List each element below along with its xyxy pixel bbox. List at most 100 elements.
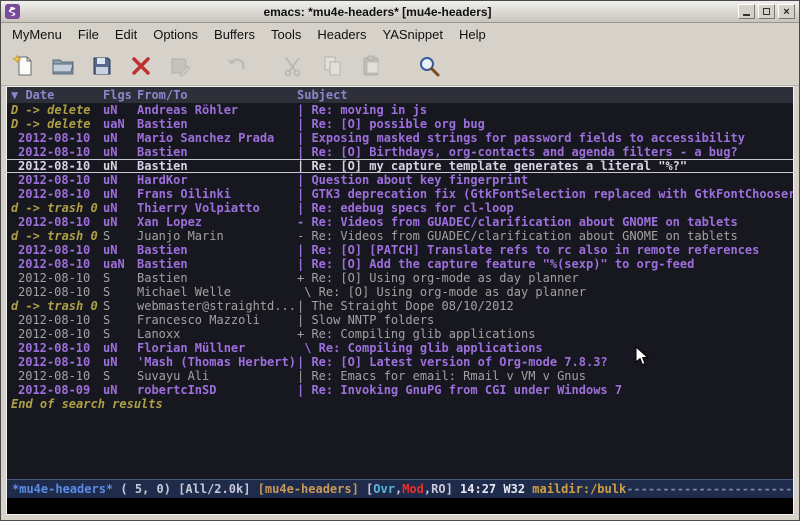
- msg-from: Bastien: [137, 117, 297, 131]
- msg-date: 2012-08-10: [11, 173, 103, 187]
- menu-item-mymenu[interactable]: MyMenu: [4, 25, 70, 44]
- menu-item-headers[interactable]: Headers: [309, 25, 374, 44]
- close-button[interactable]: ×: [778, 4, 795, 19]
- msg-subject: \ Re: Compiling glib applications: [297, 341, 793, 355]
- column-header-date[interactable]: ▼ Date: [11, 87, 103, 103]
- modeline-segment: ----------------------------------------: [626, 482, 793, 496]
- msg-date: D -> delete: [11, 103, 103, 117]
- msg-from: Bastien: [137, 243, 297, 257]
- modeline-segment: [All/2.0k]: [178, 482, 257, 496]
- message-row[interactable]: d -> trash 0 S Juanjo Marin - Re: Videos…: [7, 229, 793, 243]
- message-row[interactable]: 2012-08-10 S Lanoxx + Re: Compiling glib…: [7, 327, 793, 341]
- msg-from: Thierry Volpiatto: [137, 201, 297, 215]
- menu-item-buffers[interactable]: Buffers: [206, 25, 263, 44]
- message-row[interactable]: D -> delete uN Andreas Röhler | Re: movi…: [7, 103, 793, 117]
- message-row[interactable]: 2012-08-10 uN Mario Sanchez Prada | Expo…: [7, 131, 793, 145]
- msg-subject: | The Straight Dope 08/10/2012: [297, 299, 793, 313]
- column-header-from[interactable]: From/To: [137, 87, 297, 103]
- modeline-segment: [mu4e-headers]: [258, 482, 359, 496]
- menu-item-tools[interactable]: Tools: [263, 25, 309, 44]
- msg-subject: | Re: Emacs for email: Rmail v VM v Gnus: [297, 369, 793, 383]
- save-button[interactable]: [87, 51, 116, 80]
- maximize-button[interactable]: [758, 4, 775, 19]
- msg-from: Bastien: [137, 145, 297, 159]
- msg-date: 2012-08-10: [11, 187, 103, 201]
- cut-button[interactable]: [279, 51, 308, 80]
- new-file-button[interactable]: [9, 51, 38, 80]
- copy-button[interactable]: [318, 51, 347, 80]
- msg-date: 2012-08-10: [11, 285, 103, 299]
- message-row[interactable]: 2012-08-10 S Bastien + Re: [O] Using org…: [7, 271, 793, 285]
- msg-date: 2012-08-10: [11, 160, 103, 172]
- msg-date: 2012-08-10: [11, 131, 103, 145]
- modeline-segment: 14:27 W32: [460, 482, 532, 496]
- modeline-segment: ,RO: [424, 482, 446, 496]
- end-of-search-results: End of search results: [7, 397, 793, 411]
- msg-from: Xan Lopez: [137, 215, 297, 229]
- msg-from: Juanjo Marin: [137, 229, 297, 243]
- column-header-subject[interactable]: Subject: [297, 87, 793, 103]
- message-row[interactable]: 2012-08-10 uN Bastien | Re: [O] Birthday…: [7, 145, 793, 159]
- menu-item-options[interactable]: Options: [145, 25, 206, 44]
- msg-flags: uN: [103, 145, 137, 159]
- message-row[interactable]: 2012-08-10 S Suvayu Ali | Re: Emacs for …: [7, 369, 793, 383]
- message-row[interactable]: 2012-08-10 uN Bastien | Re: [O] [PATCH] …: [7, 243, 793, 257]
- search-button[interactable]: [414, 51, 443, 80]
- msg-date: d -> trash 0: [11, 201, 103, 215]
- menubar: MyMenuFileEditOptionsBuffersToolsHeaders…: [1, 23, 799, 46]
- message-row[interactable]: 2012-08-10 uN Xan Lopez - Re: Videos fro…: [7, 215, 793, 229]
- paste-button[interactable]: [357, 51, 386, 80]
- message-row[interactable]: 2012-08-10 uN Florian Müllner \ Re: Comp…: [7, 341, 793, 355]
- msg-from: Frans Oilinki: [137, 187, 297, 201]
- paste-icon: [360, 54, 384, 78]
- menu-item-help[interactable]: Help: [451, 25, 494, 44]
- msg-flags: uN: [103, 131, 137, 145]
- modeline: *mu4e-headers* ( 5, 0) [All/2.0k] [mu4e-…: [7, 479, 793, 498]
- message-row[interactable]: 2012-08-10 S Michael Welle \ Re: [O] Usi…: [7, 285, 793, 299]
- msg-subject: | Question about key fingerprint: [297, 173, 793, 187]
- message-row[interactable]: d -> trash 0 uN Thierry Volpiatto | Re: …: [7, 201, 793, 215]
- msg-flags: uN: [103, 383, 137, 397]
- menu-item-file[interactable]: File: [70, 25, 107, 44]
- msg-flags: uN: [103, 215, 137, 229]
- msg-from: Bastien: [137, 271, 297, 285]
- msg-from: webmaster@straightd...: [137, 299, 297, 313]
- modeline-segment: [: [359, 482, 373, 496]
- message-list-area: D -> delete uN Andreas Röhler | Re: movi…: [7, 103, 793, 479]
- modeline-segment: maildir:/bulk: [532, 482, 626, 496]
- menu-item-yasnippet[interactable]: YASnippet: [374, 25, 450, 44]
- write-file-button[interactable]: [165, 51, 194, 80]
- message-row[interactable]: D -> delete uaN Bastien | Re: [O] possib…: [7, 117, 793, 131]
- msg-subject: - Re: Videos from GUADEC/clarification a…: [297, 215, 793, 229]
- msg-subject: | Re: [O] [PATCH] Translate refs to rc a…: [297, 243, 793, 257]
- msg-date: 2012-08-10: [11, 257, 103, 271]
- msg-from: Bastien: [137, 160, 297, 172]
- msg-date: d -> trash 0: [11, 229, 103, 243]
- msg-flags: S: [103, 285, 137, 299]
- message-row[interactable]: 2012-08-10 uN Bastien | Re: [O] my captu…: [7, 159, 793, 173]
- open-file-button[interactable]: [48, 51, 77, 80]
- minimize-button[interactable]: [738, 4, 755, 19]
- message-row[interactable]: 2012-08-09 uN robertcInSD | Re: Invoking…: [7, 383, 793, 397]
- message-row[interactable]: d -> trash 0 S webmaster@straightd... | …: [7, 299, 793, 313]
- emacs-window: emacs: *mu4e-headers* [mu4e-headers] × M…: [0, 0, 800, 521]
- undo-button[interactable]: [222, 51, 251, 80]
- kill-buffer-button[interactable]: [126, 51, 155, 80]
- msg-subject: | GTK3 deprecation fix (GtkFontSelection…: [297, 187, 793, 201]
- menu-item-edit[interactable]: Edit: [107, 25, 145, 44]
- msg-flags: uN: [103, 341, 137, 355]
- message-row[interactable]: 2012-08-10 uN HardKor | Question about k…: [7, 173, 793, 187]
- msg-flags: S: [103, 327, 137, 341]
- column-header-line: ▼ Date Flgs From/To Subject: [7, 87, 793, 103]
- msg-subject: | Re: Invoking GnuPG from CGI under Wind…: [297, 383, 793, 397]
- msg-flags: uaN: [103, 257, 137, 271]
- message-row[interactable]: 2012-08-10 uaN Bastien | Re: [O] Add the…: [7, 257, 793, 271]
- column-header-flags[interactable]: Flgs: [103, 87, 137, 103]
- undo-icon: [225, 54, 249, 78]
- msg-from: Bastien: [137, 257, 297, 271]
- minibuffer: [7, 498, 793, 514]
- message-row[interactable]: 2012-08-10 S Francesco Mazzoli | Slow NN…: [7, 313, 793, 327]
- message-row[interactable]: 2012-08-10 uN Frans Oilinki | GTK3 depre…: [7, 187, 793, 201]
- message-row[interactable]: 2012-08-10 uN 'Mash (Thomas Herbert) | R…: [7, 355, 793, 369]
- msg-flags: uaN: [103, 117, 137, 131]
